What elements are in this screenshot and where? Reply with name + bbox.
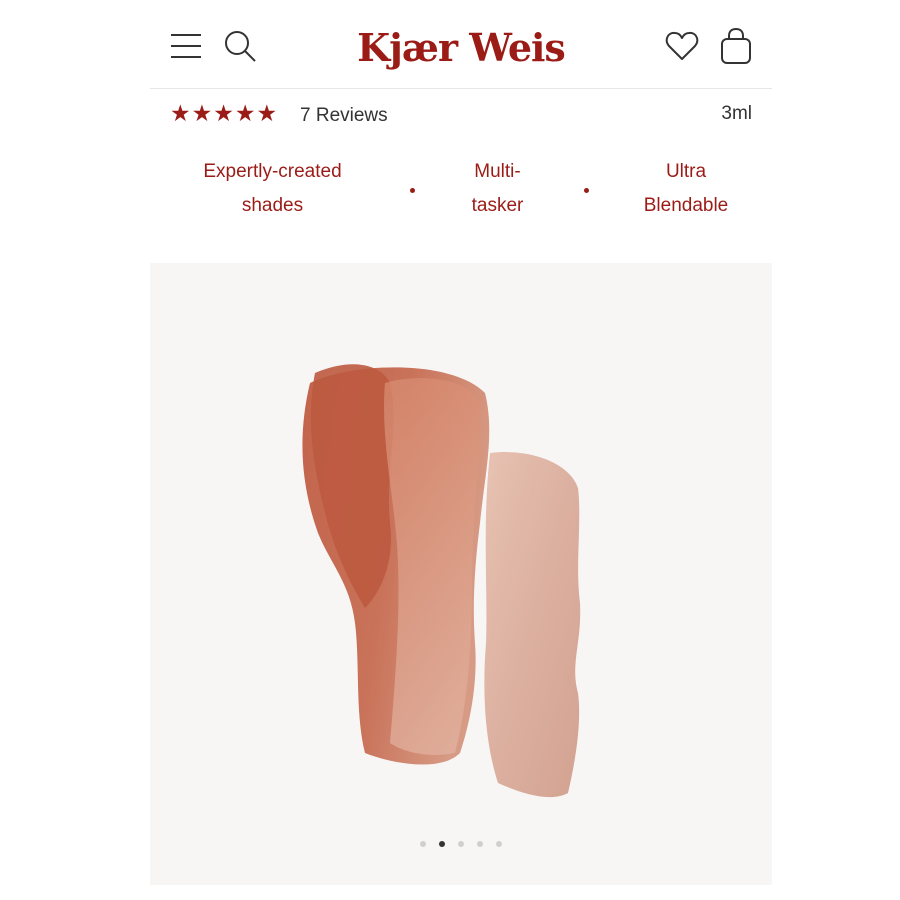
cart-button[interactable] xyxy=(718,26,754,66)
feature-ultra-blendable: Ultra Blendable xyxy=(643,161,729,216)
carousel-dot[interactable] xyxy=(420,841,426,847)
star-icon: ★ xyxy=(170,100,191,126)
carousel-indicator xyxy=(150,841,772,851)
star-rating[interactable]: ★ ★ ★ ★ ★ xyxy=(170,99,277,127)
search-button[interactable] xyxy=(222,28,258,64)
star-icon: ★ xyxy=(256,100,278,126)
rating-row: ★ ★ ★ ★ ★ 7 Reviews 3ml xyxy=(150,95,772,135)
carousel-dot-active[interactable] xyxy=(439,841,445,847)
carousel-dot[interactable] xyxy=(458,841,464,847)
star-icon: ★ xyxy=(191,100,213,126)
app-frame: Kjær Weis ★ ★ ★ ★ ★ 7 Reviews 3ml Expert… xyxy=(150,0,772,900)
reviews-link[interactable]: 7 Reviews xyxy=(300,105,388,127)
search-icon xyxy=(225,31,256,62)
wishlist-button[interactable] xyxy=(664,28,700,64)
feature-list: Expertly-created shades Multi- tasker Ul… xyxy=(150,155,772,235)
site-header: Kjær Weis xyxy=(150,0,772,89)
star-icon: ★ xyxy=(234,100,256,126)
heart-icon xyxy=(665,31,699,60)
menu-button[interactable] xyxy=(168,28,204,64)
bag-icon xyxy=(721,27,751,64)
carousel-dot[interactable] xyxy=(496,841,502,847)
separator-dot xyxy=(410,188,415,193)
star-icon: ★ xyxy=(213,100,234,126)
swatch-image xyxy=(302,364,581,798)
product-image[interactable] xyxy=(150,263,772,885)
product-size: 3ml xyxy=(721,103,752,124)
carousel-dot[interactable] xyxy=(477,841,483,847)
feature-multi-tasker: Multi- tasker xyxy=(471,161,524,216)
menu-icon xyxy=(171,34,201,58)
separator-dot xyxy=(584,188,589,193)
brand-logo[interactable]: Kjær Weis xyxy=(350,22,572,72)
feature-expertly-created: Expertly-created shades xyxy=(203,161,342,216)
